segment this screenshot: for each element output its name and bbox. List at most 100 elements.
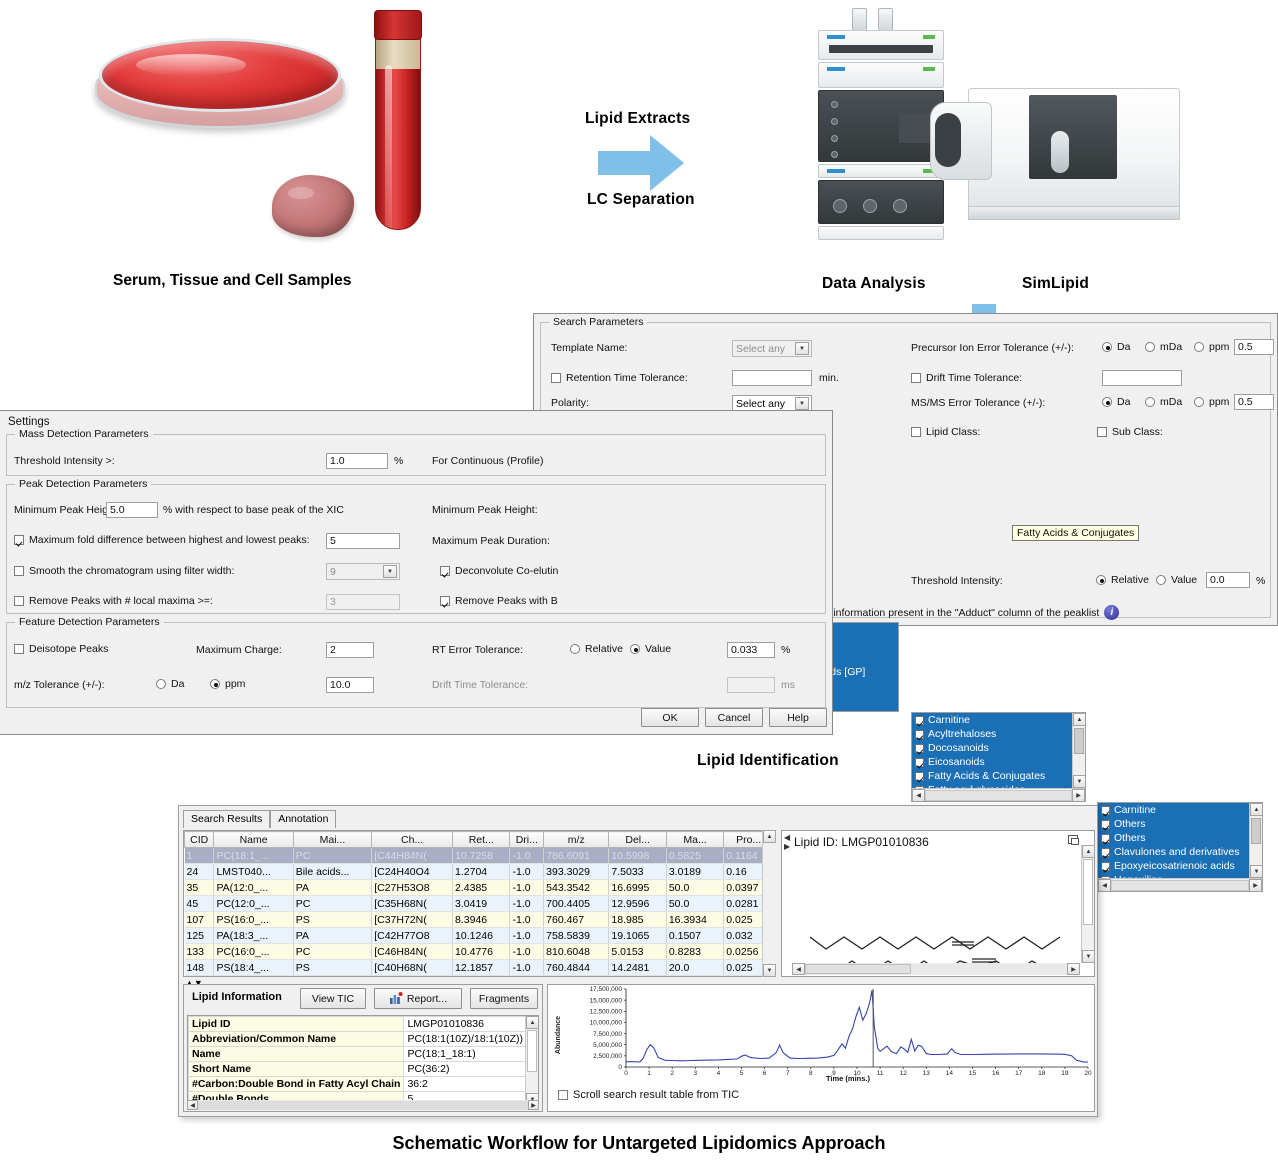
retention-time-tolerance-checkbox[interactable] xyxy=(551,373,561,383)
retention-time-tolerance-row[interactable]: Retention Time Tolerance: xyxy=(551,372,688,384)
mz-ppm-radio[interactable] xyxy=(210,679,220,689)
smooth-chromatogram-checkbox[interactable] xyxy=(14,566,24,576)
list-item-checkbox[interactable] xyxy=(1101,833,1110,843)
deconvolute-checkbox[interactable] xyxy=(440,566,450,576)
msms-unit-ppm[interactable]: ppm xyxy=(1194,396,1229,408)
list-item[interactable]: Lipid ID LMGP01010836 xyxy=(188,1016,538,1032)
settings-drift-time-input[interactable] xyxy=(727,677,775,693)
scroll-down-icon[interactable]: ▼ xyxy=(1250,865,1262,878)
results-table-vscrollbar[interactable]: ▲ ▼ xyxy=(762,830,776,977)
precursor-unit-mda[interactable]: mDa xyxy=(1145,341,1182,353)
deisotope-checkbox[interactable] xyxy=(14,644,24,654)
scroll-left-icon[interactable]: ◀ xyxy=(912,788,925,801)
msms-mda-radio[interactable] xyxy=(1145,397,1155,407)
scroll-down-icon[interactable]: ▼ xyxy=(1082,950,1095,963)
scroll-up-icon[interactable]: ▲ xyxy=(1250,803,1262,816)
table-row[interactable]: 148 PS(18:4_... PS [C40H68N(12.1857 -1.0 760.… xyxy=(184,959,774,976)
msms-tolerance-input[interactable]: 0.5 xyxy=(1234,394,1274,410)
list-item-checkbox[interactable] xyxy=(915,729,924,739)
list-item[interactable]: Carnitine xyxy=(1098,803,1262,817)
scroll-left-icon[interactable]: ◀ xyxy=(187,1100,198,1110)
lipid-class-header[interactable]: Lipid Class: xyxy=(911,426,980,438)
column-header[interactable]: Mai... xyxy=(292,831,373,848)
list-item[interactable]: Carnitine xyxy=(912,713,1085,727)
lipid-info-table-panel[interactable]: Lipid ID LMGP01010836 Abbreviation/Common … xyxy=(187,1015,539,1107)
column-header[interactable]: Del... xyxy=(608,831,667,848)
precursor-tolerance-input[interactable]: 0.5 xyxy=(1234,339,1274,355)
msms-unit-da[interactable]: Da xyxy=(1102,396,1130,408)
rt-relative-radio[interactable] xyxy=(570,644,580,654)
threshold-intensity-input[interactable]: 1.0 xyxy=(326,453,388,469)
remove-local-maxima-checkbox[interactable] xyxy=(14,596,24,606)
list-item[interactable]: Name PC(18:1_18:1) xyxy=(188,1046,538,1062)
threshold-relative-radio[interactable] xyxy=(1096,575,1106,585)
list-item-checkbox[interactable] xyxy=(915,771,924,781)
table-row[interactable]: 125 PA(18:3_... PA [C42H77O8 10.1246 -1.0 758.… xyxy=(184,927,774,944)
max-fold-input[interactable]: 5 xyxy=(326,533,400,549)
structure-vscrollbar[interactable]: ▲ ▼ xyxy=(1081,845,1095,963)
sub-class-hscrollbar[interactable]: ◀ ▶ xyxy=(1098,878,1262,891)
rt-relative-row[interactable]: Relative xyxy=(570,643,623,655)
table-row[interactable]: 24 LMST040... Bile acids... [C24H40O4 1.2704… xyxy=(184,863,774,880)
list-item[interactable]: Others xyxy=(1098,831,1262,845)
remove-local-maxima-row[interactable]: Remove Peaks with # local maxima >=: xyxy=(14,595,213,607)
lipid-class-checkbox[interactable] xyxy=(911,427,921,437)
chevron-down-icon[interactable]: ▼ xyxy=(383,565,397,578)
list-item-checkbox[interactable] xyxy=(1101,819,1110,829)
msms-ppm-radio[interactable] xyxy=(1194,397,1204,407)
table-row[interactable]: 35 PA(12:0_... PA [C27H53O8 2.4385 -1.0 543.35… xyxy=(184,879,774,896)
chevron-down-icon[interactable]: ▼ xyxy=(795,397,809,410)
report-button[interactable]: Report... xyxy=(374,988,462,1009)
sub-class-checkbox[interactable] xyxy=(1097,427,1107,437)
list-item[interactable]: #Carbon:Double Bond in Fatty Acyl Chain 3… xyxy=(188,1076,538,1092)
column-header[interactable]: Ma... xyxy=(665,831,725,848)
threshold-relative-row[interactable]: Relative xyxy=(1096,574,1149,586)
structure-hscrollbar[interactable]: ◀ ▶ xyxy=(792,963,1080,975)
chevron-down-icon[interactable]: ▼ xyxy=(795,342,809,355)
rt-value-radio[interactable] xyxy=(630,644,640,654)
mz-ppm-row[interactable]: ppm xyxy=(210,678,245,690)
precursor-mda-radio[interactable] xyxy=(1145,342,1155,352)
mz-tolerance-input[interactable]: 10.0 xyxy=(326,677,374,693)
sub-class-header[interactable]: Sub Class: xyxy=(1097,426,1163,438)
search-results-table-panel[interactable]: CID Name Mai... Ch... Ret... Dri... m/z Del... M… xyxy=(183,830,775,977)
list-item[interactable]: Epoxyeicosatrienoic acids xyxy=(1098,859,1262,873)
sub-class-listbox[interactable]: Carnitine Others Others Clavulones and deri… xyxy=(1097,802,1263,892)
list-item[interactable]: Clavulones and derivatives xyxy=(1098,845,1262,859)
threshold-intensity-input[interactable]: 0.0 xyxy=(1206,572,1250,588)
list-item-checkbox[interactable] xyxy=(1101,861,1110,871)
threshold-value-radio[interactable] xyxy=(1156,575,1166,585)
tab-annotation[interactable]: Annotation xyxy=(270,810,337,828)
list-item[interactable]: Fatty Acids & Conjugates xyxy=(912,769,1085,783)
lipid-class-listbox[interactable]: Carnitine Acyltrehaloses Docosanoids Eicosa… xyxy=(911,712,1086,802)
list-item[interactable]: Others xyxy=(1098,817,1262,831)
info-icon[interactable]: i xyxy=(1104,605,1120,620)
scroll-search-result-checkbox[interactable] xyxy=(558,1090,568,1100)
lipid-class-hscrollbar[interactable]: ◀ ▶ xyxy=(912,788,1085,801)
scroll-left-icon[interactable]: ◀ xyxy=(1098,878,1111,891)
rt-value-input[interactable]: 0.033 xyxy=(727,642,775,658)
retention-time-tolerance-input[interactable] xyxy=(732,370,812,386)
list-item[interactable]: Short Name PC(36:2) xyxy=(188,1061,538,1077)
maximize-icon[interactable] xyxy=(1068,835,1079,845)
column-header[interactable]: Ch... xyxy=(371,831,454,848)
scroll-right-icon[interactable]: ▶ xyxy=(1072,788,1085,801)
lipid-info-vscrollbar[interactable]: ▲ ▼ xyxy=(525,1016,538,1106)
mz-da-row[interactable]: Da xyxy=(156,678,184,690)
list-item[interactable]: Abbreviation/Common Name PC(18:1(10Z)/18:… xyxy=(188,1031,538,1047)
cancel-button[interactable]: Cancel xyxy=(705,708,763,727)
scroll-down-icon[interactable]: ▼ xyxy=(1073,775,1085,788)
max-fold-row[interactable]: Maximum fold difference between highest … xyxy=(14,534,310,546)
column-header[interactable]: Name xyxy=(213,831,294,848)
precursor-ppm-radio[interactable] xyxy=(1194,342,1204,352)
search-results-table[interactable]: CID Name Mai... Ch... Ret... Dri... m/z Del... M… xyxy=(184,831,774,976)
structure-panel-nav-arrows[interactable]: ◀ ▶ xyxy=(784,833,791,851)
rt-value-row[interactable]: Value xyxy=(630,643,671,655)
list-item-checkbox[interactable] xyxy=(915,715,924,725)
table-row[interactable]: 45 PC(12:0_... PC [C35H68N(3.0419 -1.0 700.44… xyxy=(184,895,774,912)
deisotope-row[interactable]: Deisotope Peaks xyxy=(14,643,108,655)
list-item[interactable]: Eicosanoids xyxy=(912,755,1085,769)
table-row[interactable]: 1 PC(18:1_... PC [C44H84N(10.7258 -1.0 786.60… xyxy=(184,847,774,864)
scroll-right-icon[interactable]: ▶ xyxy=(1067,963,1080,975)
scroll-right-icon[interactable]: ▶ xyxy=(528,1100,539,1110)
